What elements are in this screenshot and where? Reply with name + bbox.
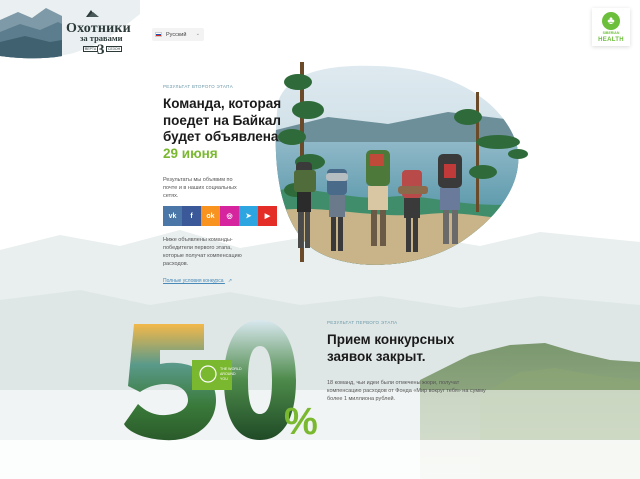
russia-flag-icon	[155, 32, 162, 37]
winners-note-line: расходов.	[163, 261, 189, 267]
social-links: vk f ok ◎ ➤ ▶	[163, 206, 277, 226]
winners-note-line: которые получат компенсацию	[163, 253, 242, 259]
headline-line: заявок закрыт.	[327, 348, 426, 364]
section1-eyebrow: РЕЗУЛЬТАТ ВТОРОГО ЭТАПА	[163, 84, 233, 89]
results-note-line: сетях.	[163, 193, 179, 199]
headline-line: поедет на Байкал	[163, 112, 281, 128]
language-label: Русский	[166, 31, 187, 38]
headline-line: будет объявлена	[163, 129, 279, 144]
odnoklassniki-icon[interactable]: ok	[201, 206, 220, 226]
hikers-lake-photo	[275, 62, 528, 265]
logo-number: 3	[97, 42, 105, 58]
fund-badge-line: YOU	[220, 377, 228, 381]
body-line: более 1 миллиона рублей.	[327, 396, 396, 402]
section2-body: 18 команд, чьи идеи были отмечены жюри, …	[327, 379, 487, 403]
site-logo[interactable]: Охотники за травами ВЕРТА 3 СЕЗОН	[0, 0, 140, 62]
section2-eyebrow: РЕЗУЛЬТАТ ПЕРВОГО ЭТАПА	[327, 320, 398, 325]
vk-icon[interactable]: vk	[163, 206, 182, 226]
chevron-down-icon: ⌄	[195, 31, 200, 37]
headline-line: Прием конкурсных	[327, 332, 455, 347]
fund-badge-line: AROUND	[220, 372, 236, 376]
logo-tag-right: СЕЗОН	[106, 46, 123, 52]
logo-tag-left: ВЕРТА	[83, 46, 99, 52]
fund-badge-line: THE WORLD	[220, 367, 242, 371]
tree-icon: ♣	[602, 12, 620, 30]
youtube-icon[interactable]: ▶	[258, 206, 277, 226]
instagram-icon[interactable]: ◎	[220, 206, 239, 226]
contest-rules-link[interactable]: Полные условия конкурса ↗	[163, 278, 232, 284]
section1-headline: Команда, которая поедет на Байкал будет …	[163, 96, 313, 162]
results-note-line: почте и в наших социальных	[163, 185, 237, 191]
partner-badge[interactable]: ♣ SIBERIAN HEALTH	[592, 8, 630, 46]
winners-note-line: победители первого этапа,	[163, 245, 232, 251]
badge-small-text: SIBERIAN	[602, 31, 620, 35]
body-line: компенсацию расходов от Фонда «Мир вокру…	[327, 388, 486, 394]
results-note-line: Результаты мы объявим по	[163, 177, 233, 183]
facebook-icon[interactable]: f	[182, 206, 201, 226]
section2-headline: Прием конкурсных заявок закрыт.	[327, 332, 507, 365]
badge-large-text: HEALTH	[598, 37, 624, 43]
external-link-icon: ↗	[227, 278, 233, 284]
results-note: Результаты мы объявим по почте и в наших…	[163, 176, 263, 200]
percent-sign: %	[284, 401, 318, 442]
fifty-percent-graphic: THE WORLD AROUND YOU % 50	[124, 320, 318, 442]
winners-note-line: Ниже объявлены команды-	[163, 237, 233, 243]
body-line: 18 команд, чьи идеи были отмечены жюри, …	[327, 380, 460, 386]
language-select[interactable]: Русский ⌄	[152, 28, 204, 41]
announcement-date: 29 июня	[163, 145, 218, 161]
headline-line: Команда, которая	[163, 96, 282, 111]
contest-rules-label: Полные условия конкурса	[163, 278, 224, 284]
winners-note: Ниже объявлены команды- победители перво…	[163, 236, 283, 268]
telegram-icon[interactable]: ➤	[239, 206, 258, 226]
